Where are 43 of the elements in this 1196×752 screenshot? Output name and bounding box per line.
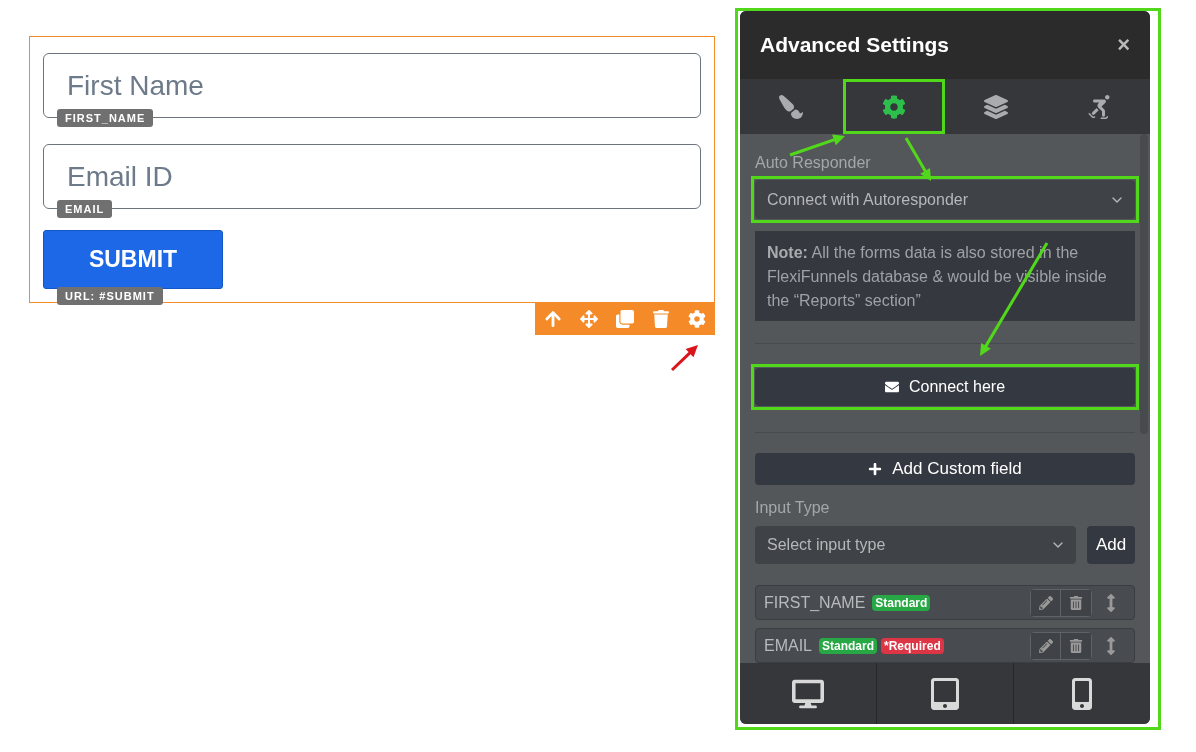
gear-icon xyxy=(881,94,906,119)
panel-title: Advanced Settings xyxy=(760,33,950,57)
delete-icon[interactable] xyxy=(652,310,670,328)
pencil-icon xyxy=(1038,595,1053,610)
field-badge: Standard xyxy=(872,594,931,611)
up-icon[interactable] xyxy=(544,310,562,328)
duplicate-icon[interactable] xyxy=(616,310,634,328)
url-tag: URL: #SUBMIT xyxy=(57,287,163,305)
edit-button[interactable] xyxy=(1031,589,1061,616)
paintbrush-icon xyxy=(779,94,804,119)
scrollbar[interactable] xyxy=(1140,134,1148,434)
field-badge: *Required xyxy=(881,637,944,654)
settings-icon[interactable] xyxy=(688,310,706,328)
pencil-icon xyxy=(1038,638,1053,653)
close-button[interactable]: × xyxy=(1117,32,1130,58)
move-icon[interactable] xyxy=(580,310,598,328)
skater-icon xyxy=(1086,94,1111,119)
delete-button[interactable] xyxy=(1061,589,1091,616)
add-field-button[interactable]: Add Custom field xyxy=(755,453,1135,486)
envelope-icon xyxy=(884,380,899,394)
trash-icon xyxy=(1069,638,1083,653)
connect-button[interactable]: Connect here xyxy=(755,368,1135,406)
layers-icon xyxy=(984,94,1009,119)
delete-button[interactable] xyxy=(1061,632,1091,659)
field-name: FIRST_NAME xyxy=(764,593,866,612)
settings-tab[interactable] xyxy=(842,79,945,134)
input-type-select[interactable]: Select input type xyxy=(755,526,1077,565)
field-label: Input Type xyxy=(755,499,831,518)
field-label: Auto Responder xyxy=(755,154,872,172)
autoresponder-select[interactable]: Connect with Autoresponder xyxy=(755,180,1135,219)
field-name: EMAIL xyxy=(764,636,812,655)
edit-button[interactable] xyxy=(1031,632,1061,659)
add-button[interactable]: Add xyxy=(1087,526,1135,565)
tablet-icon xyxy=(929,677,961,710)
annotation-arrow xyxy=(789,134,845,157)
plus-icon xyxy=(868,462,883,477)
desktop-icon xyxy=(792,677,824,710)
field-badge: Standard xyxy=(819,637,878,654)
field-tag: EMAIL xyxy=(57,200,113,218)
submit-button[interactable]: SUBMIT xyxy=(43,230,223,289)
annotation-arrow xyxy=(670,345,698,372)
field-tag: FIRST_NAME xyxy=(57,109,154,127)
trash-icon xyxy=(1069,595,1083,610)
